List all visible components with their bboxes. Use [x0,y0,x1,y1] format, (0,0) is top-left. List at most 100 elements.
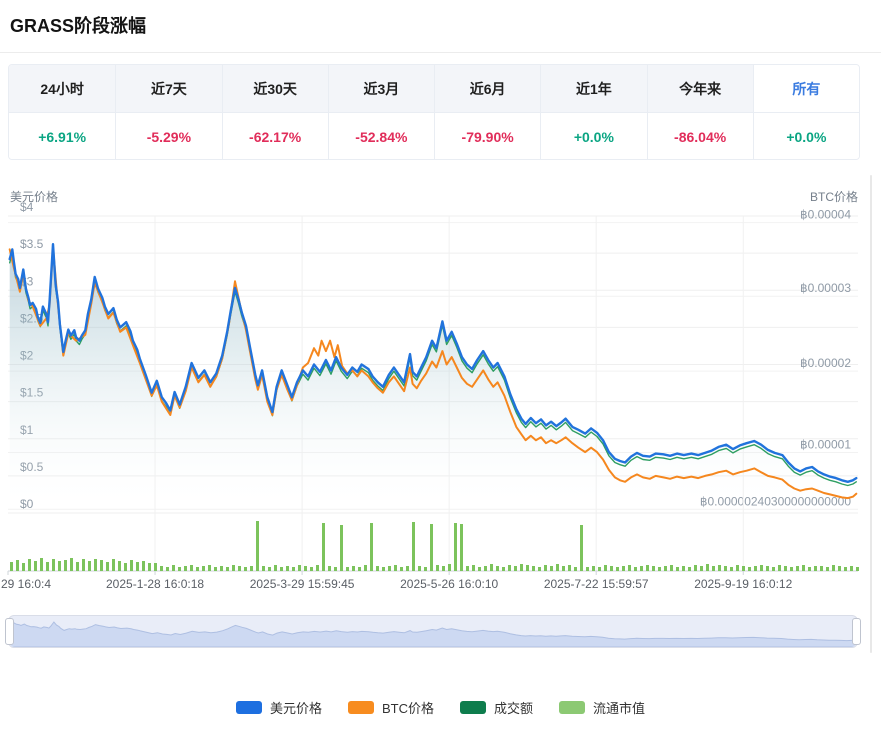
volume-bar [556,564,559,571]
period-change-value-2: -62.17% [222,113,328,160]
volume-bar [226,567,229,571]
volume-bar [520,564,523,571]
navigator-mini-chart[interactable] [9,616,857,647]
volume-bar [304,566,307,571]
left-axis-tick: $3.5 [20,237,44,251]
navigator-area [9,622,857,647]
volume-bar [322,523,325,571]
legend-label: 美元价格 [270,698,322,717]
volume-bar [148,563,151,571]
volume-bar [454,523,457,571]
volume-bar [34,561,37,571]
volume-bar [244,567,247,571]
volume-bar [202,566,205,571]
volume-bar [460,524,463,571]
volume-bar [820,566,823,571]
volume-bar [256,521,259,571]
volume-bar [10,562,13,571]
legend-label: 成交额 [494,698,533,717]
legend-item-3[interactable]: 流通市值 [559,698,645,717]
period-tab-3[interactable]: 近3月 [328,65,434,113]
period-change-value-4: -79.90% [434,113,540,160]
legend-item-0[interactable]: 美元价格 [236,698,322,717]
right-axis-tick: ฿0.00002 [800,356,851,370]
page-title: GRASS阶段涨幅 [10,12,146,38]
volume-bar [274,565,277,571]
period-tab-0[interactable]: 24小时 [9,65,115,113]
volume-bar [550,566,553,571]
volume-bar [88,561,91,571]
volume-bar [106,562,109,571]
volume-bar [388,566,391,571]
navigator-left-handle[interactable] [5,618,14,645]
volume-bar [172,565,175,571]
volume-bar [136,562,139,571]
volume-bar [328,566,331,571]
x-axis-date-label: 29 16:0:4 [1,577,51,591]
volume-bar [346,567,349,571]
volume-bar [436,565,439,571]
legend-swatch [348,701,374,714]
volume-bar [352,566,355,571]
navigator-right-handle[interactable] [852,618,861,645]
volume-bar [220,566,223,571]
chart-legend: 美元价格 BTC价格 成交额 流通市值 [0,698,881,717]
volume-bar [508,565,511,571]
volume-bar [586,567,589,571]
chart-navigator[interactable] [8,615,858,648]
period-change-value-6: -86.04% [647,113,753,160]
vertical-scrollbar[interactable] [870,175,872,653]
volume-bar [838,566,841,571]
legend-label: 流通市值 [593,698,645,717]
volume-bar [424,567,427,571]
volume-bar [544,565,547,571]
volume-bar [22,563,25,571]
volume-bar [214,567,217,571]
volume-bar [46,562,49,571]
volume-bar [130,560,133,571]
volume-bar [100,560,103,571]
volume-bar [382,567,385,571]
right-axis-tick: ฿0.00003 [800,281,851,295]
period-tab-2[interactable]: 近30天 [222,65,328,113]
volume-bar [760,565,763,571]
volume-bar [850,566,853,571]
period-change-value-3: -52.84% [328,113,434,160]
volume-bar [730,567,733,571]
period-tab-1[interactable]: 近7天 [115,65,221,113]
volume-bar [250,566,253,571]
volume-bar [790,567,793,571]
volume-bar [646,565,649,571]
volume-bar [736,565,739,571]
volume-bar [484,566,487,571]
volume-bar [832,565,835,571]
x-axis-date-label: 2025-3-29 15:59:45 [250,577,355,591]
period-tab-5[interactable]: 近1年 [540,65,646,113]
volume-bar [856,567,859,571]
period-tab-7[interactable]: 所有 [753,65,859,113]
volume-bar [298,565,301,571]
volume-bar [808,567,811,571]
volume-bar [340,525,343,571]
volume-bar [208,565,211,571]
volume-bar [778,565,781,571]
volume-bar [166,567,169,571]
volume-bar [280,567,283,571]
volume-bar [430,524,433,571]
volume-bar [196,567,199,571]
legend-item-2[interactable]: 成交额 [460,698,533,717]
volume-bar [784,566,787,571]
volume-bar [574,567,577,571]
left-axis-tick: $4 [20,200,34,214]
volume-bar [190,565,193,571]
volume-bar [142,561,145,571]
volume-bar [748,567,751,571]
volume-bar [772,567,775,571]
legend-item-1[interactable]: BTC价格 [348,698,434,717]
volume-bar [664,566,667,571]
price-chart-canvas[interactable]: $4$3.5$3$2.5$2$1.5$1$0.5$0฿0.00004฿0.000… [0,170,881,600]
period-tab-4[interactable]: 近6月 [434,65,540,113]
volume-bar [712,566,715,571]
volume-bar [568,565,571,571]
period-tab-6[interactable]: 今年来 [647,65,753,113]
